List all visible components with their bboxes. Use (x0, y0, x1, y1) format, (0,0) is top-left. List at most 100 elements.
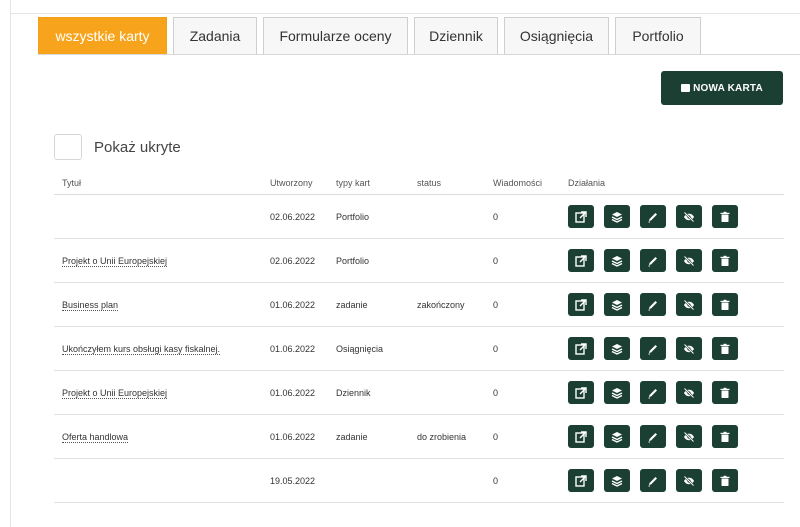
edit-button[interactable] (640, 293, 666, 316)
cell-actions (560, 326, 784, 371)
open-icon (575, 210, 587, 223)
open-icon (575, 254, 587, 267)
tab-tasks[interactable]: Zadania (173, 17, 257, 54)
cell-type: zadanie (328, 414, 409, 459)
table-row: 02.06.2022 Portfolio 0 (54, 194, 784, 239)
header-card-type[interactable]: typy kart (328, 172, 409, 195)
cell-title: Ukończyłem kurs obsługi kasy fiskalnej. (54, 326, 262, 371)
layers-icon (611, 387, 623, 399)
delete-button[interactable] (712, 205, 738, 228)
row-actions (568, 205, 784, 228)
tab-all-cards[interactable]: wszystkie karty (38, 17, 167, 54)
hide-button[interactable] (676, 469, 702, 492)
edit-button[interactable] (640, 469, 666, 492)
tab-portfolio[interactable]: Portfolio (615, 17, 701, 54)
layers-button[interactable] (604, 425, 630, 448)
hide-button[interactable] (676, 293, 702, 316)
cell-status (409, 370, 485, 415)
open-button[interactable] (568, 425, 594, 448)
cell-actions (560, 458, 784, 503)
cell-type: Osiągnięcia (328, 326, 409, 371)
delete-button[interactable] (712, 425, 738, 448)
show-hidden-checkbox[interactable] (54, 134, 82, 160)
hide-button[interactable] (676, 381, 702, 404)
hide-button[interactable] (676, 425, 702, 448)
edit-button[interactable] (640, 337, 666, 360)
card-tabs: wszystkie karty Zadania Formularze oceny… (38, 17, 707, 55)
tab-journal[interactable]: Dziennik (414, 17, 498, 54)
delete-button[interactable] (712, 249, 738, 272)
card-title-link[interactable]: Oferta handlowa (62, 431, 129, 443)
cell-created: 01.06.2022 (262, 370, 328, 415)
tab-evaluation-forms[interactable]: Formularze oceny (263, 17, 408, 54)
edit-icon (647, 343, 659, 355)
table-row: Oferta handlowa 01.06.2022 zadanie do zrobi… (54, 414, 784, 459)
header-status[interactable]: status (409, 172, 485, 195)
plus-square-icon (681, 84, 691, 92)
open-button[interactable] (568, 293, 594, 316)
header-actions: Działania (560, 172, 784, 195)
cell-actions (560, 370, 784, 415)
hide-icon (683, 255, 695, 267)
cell-status (409, 458, 485, 503)
header-title[interactable]: Tytuł (54, 172, 262, 195)
show-hidden-toggle: Pokaż ukryte (54, 134, 181, 160)
cell-messages: 0 (485, 326, 560, 371)
cell-created: 19.05.2022 (262, 458, 328, 503)
open-button[interactable] (568, 381, 594, 404)
hide-icon (683, 431, 695, 443)
open-icon (575, 474, 587, 487)
table-header-row: Tytuł Utworzony typy kart status Wiadomo… (54, 172, 784, 195)
card-title-link[interactable]: Business plan (62, 299, 119, 311)
layers-button[interactable] (604, 205, 630, 228)
delete-button[interactable] (712, 337, 738, 360)
hide-icon (683, 211, 695, 223)
show-hidden-label: Pokaż ukryte (94, 138, 181, 156)
card-title-link[interactable]: Ukończyłem kurs obsługi kasy fiskalnej. (62, 343, 221, 355)
open-icon (575, 386, 587, 399)
cell-title: Oferta handlowa (54, 414, 262, 459)
delete-button[interactable] (712, 381, 738, 404)
layers-button[interactable] (604, 469, 630, 492)
header-messages[interactable]: Wiadomości (485, 172, 560, 195)
edit-button[interactable] (640, 425, 666, 448)
cell-messages: 0 (485, 414, 560, 459)
card-title-link[interactable]: Projekt o Unii Europejskiej (62, 387, 168, 399)
open-button[interactable] (568, 469, 594, 492)
layers-button[interactable] (604, 381, 630, 404)
open-button[interactable] (568, 337, 594, 360)
new-card-button[interactable]: NOWA KARTA (661, 71, 783, 105)
tab-achievements[interactable]: Osiągnięcia (504, 17, 609, 54)
open-button[interactable] (568, 205, 594, 228)
card-title-link[interactable]: Projekt o Unii Europejskiej (62, 255, 168, 267)
cell-title: Projekt o Unii Europejskiej (54, 370, 262, 415)
hide-button[interactable] (676, 205, 702, 228)
delete-button[interactable] (712, 293, 738, 316)
hide-button[interactable] (676, 337, 702, 360)
table-row: Projekt o Unii Europejskiej 02.06.2022 Por… (54, 238, 784, 283)
open-button[interactable] (568, 249, 594, 272)
layers-icon (611, 343, 623, 355)
cell-status: zakończony (409, 282, 485, 327)
cell-type: zadanie (328, 282, 409, 327)
layers-button[interactable] (604, 249, 630, 272)
header-created[interactable]: Utworzony (262, 172, 328, 195)
open-icon (575, 430, 587, 443)
row-actions (568, 337, 784, 360)
layers-icon (611, 299, 623, 311)
cell-actions (560, 194, 784, 239)
edit-button[interactable] (640, 249, 666, 272)
row-actions (568, 249, 784, 272)
frame-border-left (10, 0, 11, 527)
hide-button[interactable] (676, 249, 702, 272)
edit-icon (647, 299, 659, 311)
edit-button[interactable] (640, 381, 666, 404)
delete-icon (719, 387, 731, 399)
delete-button[interactable] (712, 469, 738, 492)
cell-messages: 0 (485, 194, 560, 239)
layers-button[interactable] (604, 337, 630, 360)
layers-button[interactable] (604, 293, 630, 316)
edit-button[interactable] (640, 205, 666, 228)
new-card-label: NOWA KARTA (693, 82, 763, 94)
row-actions (568, 425, 784, 448)
